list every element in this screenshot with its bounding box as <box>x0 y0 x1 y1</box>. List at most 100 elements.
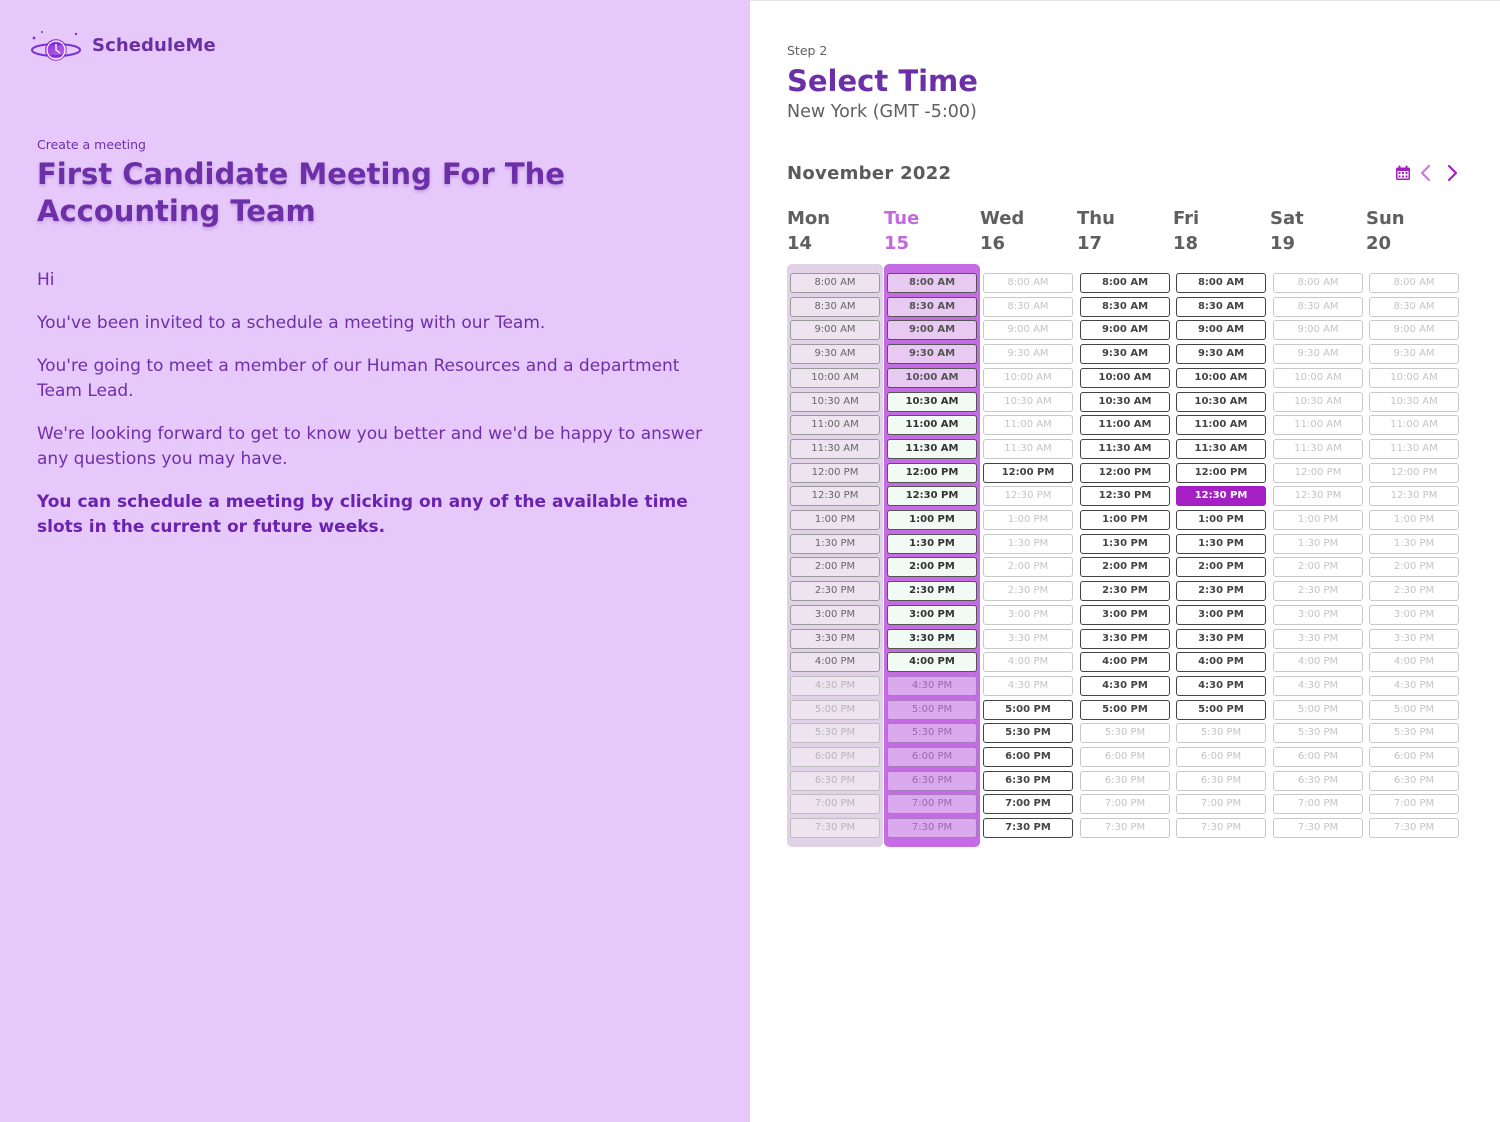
logo[interactable]: ScheduleMe <box>28 26 216 64</box>
time-slot[interactable]: 6:00 PM <box>983 747 1073 767</box>
time-slot: 9:30 AM <box>983 344 1073 364</box>
time-slot[interactable]: 12:00 PM <box>983 463 1073 483</box>
instructions-text: You can schedule a meeting by clicking o… <box>37 492 688 537</box>
time-slot: 12:30 PM <box>1273 486 1363 506</box>
time-slot[interactable]: 2:00 PM <box>887 557 977 577</box>
time-slot: 5:00 PM <box>1369 700 1459 720</box>
time-slot: 6:30 PM <box>887 771 977 791</box>
time-slot[interactable]: 1:30 PM <box>1176 534 1266 554</box>
time-slot[interactable]: 2:00 PM <box>1176 557 1266 577</box>
time-slot[interactable]: 3:00 PM <box>1080 605 1170 625</box>
time-slot: 11:30 AM <box>1369 439 1459 459</box>
time-slot[interactable]: 10:30 AM <box>1080 392 1170 412</box>
time-slot[interactable]: 12:00 PM <box>1080 463 1170 483</box>
time-slot: 10:30 AM <box>983 392 1073 412</box>
time-slot: 11:00 AM <box>1273 415 1363 435</box>
time-slot[interactable]: 4:30 PM <box>1176 676 1266 696</box>
time-slot[interactable]: 8:30 AM <box>1176 297 1266 317</box>
time-slot[interactable]: 10:30 AM <box>887 392 977 412</box>
day-column-fri: 8:00 AM 8:30 AM 9:00 AM 9:30 AM 10:00 AM 10:3… <box>1173 264 1269 847</box>
time-slot[interactable]: 8:00 AM <box>1176 273 1266 293</box>
time-slot: 11:30 AM <box>790 439 880 459</box>
time-slot: 10:30 AM <box>790 392 880 412</box>
time-slot: 8:00 AM <box>1369 273 1459 293</box>
time-slot[interactable]: 2:30 PM <box>1176 581 1266 601</box>
time-slot[interactable]: 1:00 PM <box>887 510 977 530</box>
time-slot[interactable]: 11:00 AM <box>1080 415 1170 435</box>
time-slot: 2:30 PM <box>1273 581 1363 601</box>
time-slot[interactable]: 1:30 PM <box>1080 534 1170 554</box>
time-slot: 8:00 AM <box>887 273 977 293</box>
time-slot[interactable]: 4:30 PM <box>1080 676 1170 696</box>
time-slot[interactable]: 12:30 PM <box>1176 486 1266 506</box>
time-slot[interactable]: 9:00 AM <box>1176 320 1266 340</box>
time-slot[interactable]: 9:30 AM <box>1176 344 1266 364</box>
step-title: Select Time <box>787 64 978 98</box>
time-slot[interactable]: 12:00 PM <box>887 463 977 483</box>
time-slot[interactable]: 5:00 PM <box>1080 700 1170 720</box>
time-slot[interactable]: 2:30 PM <box>887 581 977 601</box>
time-slot[interactable]: 11:00 AM <box>1176 415 1266 435</box>
time-slot[interactable]: 3:30 PM <box>1176 629 1266 649</box>
time-slot[interactable]: 6:30 PM <box>983 771 1073 791</box>
time-slot[interactable]: 4:00 PM <box>1080 652 1170 672</box>
calendar-icon[interactable] <box>1394 164 1412 186</box>
time-slot: 7:30 PM <box>1369 818 1459 838</box>
chevron-left-icon[interactable] <box>1418 164 1434 186</box>
time-slot: 10:30 AM <box>1273 392 1363 412</box>
time-slot: 2:00 PM <box>1369 557 1459 577</box>
time-slot[interactable]: 1:30 PM <box>887 534 977 554</box>
day-name: Mon <box>787 208 831 229</box>
time-slot[interactable]: 11:30 AM <box>1080 439 1170 459</box>
time-slot: 7:30 PM <box>1273 818 1363 838</box>
time-slot[interactable]: 5:00 PM <box>983 700 1073 720</box>
time-slot[interactable]: 3:30 PM <box>887 629 977 649</box>
time-slot[interactable]: 7:30 PM <box>983 818 1073 838</box>
time-slot[interactable]: 9:00 AM <box>1080 320 1170 340</box>
time-slot[interactable]: 4:00 PM <box>1176 652 1266 672</box>
time-slot: 9:00 AM <box>790 320 880 340</box>
time-slot[interactable]: 11:30 AM <box>887 439 977 459</box>
time-slot[interactable]: 12:30 PM <box>1080 486 1170 506</box>
time-slot[interactable]: 4:00 PM <box>887 652 977 672</box>
time-slot: 9:30 AM <box>790 344 880 364</box>
time-slot[interactable]: 5:00 PM <box>1176 700 1266 720</box>
chevron-right-icon[interactable] <box>1444 164 1460 186</box>
time-slot[interactable]: 3:30 PM <box>1080 629 1170 649</box>
time-slot[interactable]: 3:00 PM <box>887 605 977 625</box>
greeting-text: Hi <box>37 270 55 290</box>
time-slot: 7:30 PM <box>1176 818 1266 838</box>
time-slot[interactable]: 10:00 AM <box>1176 368 1266 388</box>
time-slot[interactable]: 11:00 AM <box>887 415 977 435</box>
time-slot: 6:00 PM <box>1176 747 1266 767</box>
time-slot[interactable]: 11:30 AM <box>1176 439 1266 459</box>
time-slot: 12:00 PM <box>1369 463 1459 483</box>
time-slot[interactable]: 1:00 PM <box>1176 510 1266 530</box>
time-slot: 6:00 PM <box>1273 747 1363 767</box>
time-slot: 5:30 PM <box>1080 723 1170 743</box>
time-slot[interactable]: 12:30 PM <box>887 486 977 506</box>
time-slot: 1:00 PM <box>983 510 1073 530</box>
time-slot: 11:00 AM <box>983 415 1073 435</box>
time-slot: 10:00 AM <box>1273 368 1363 388</box>
time-slot: 3:30 PM <box>983 629 1073 649</box>
time-slot[interactable]: 10:30 AM <box>1176 392 1266 412</box>
time-slot: 8:30 AM <box>1273 297 1363 317</box>
time-slot[interactable]: 8:30 AM <box>1080 297 1170 317</box>
time-slot[interactable]: 10:00 AM <box>1080 368 1170 388</box>
time-slot[interactable]: 3:00 PM <box>1176 605 1266 625</box>
day-name: Sun <box>1366 208 1405 229</box>
time-slot[interactable]: 2:00 PM <box>1080 557 1170 577</box>
time-slot: 9:30 AM <box>1369 344 1459 364</box>
day-header-fri: Fri 18 <box>1173 206 1265 256</box>
time-slot[interactable]: 8:00 AM <box>1080 273 1170 293</box>
time-slot[interactable]: 7:00 PM <box>983 794 1073 814</box>
day-column-sat: 8:00 AM 8:30 AM 9:00 AM 9:30 AM 10:00 AM 10:3… <box>1270 264 1366 847</box>
time-slot[interactable]: 2:30 PM <box>1080 581 1170 601</box>
planet-logo-icon <box>28 26 84 64</box>
time-slot[interactable]: 1:00 PM <box>1080 510 1170 530</box>
time-slot[interactable]: 9:30 AM <box>1080 344 1170 364</box>
time-slot[interactable]: 5:30 PM <box>983 723 1073 743</box>
time-slot[interactable]: 12:00 PM <box>1176 463 1266 483</box>
time-slot: 5:00 PM <box>790 700 880 720</box>
